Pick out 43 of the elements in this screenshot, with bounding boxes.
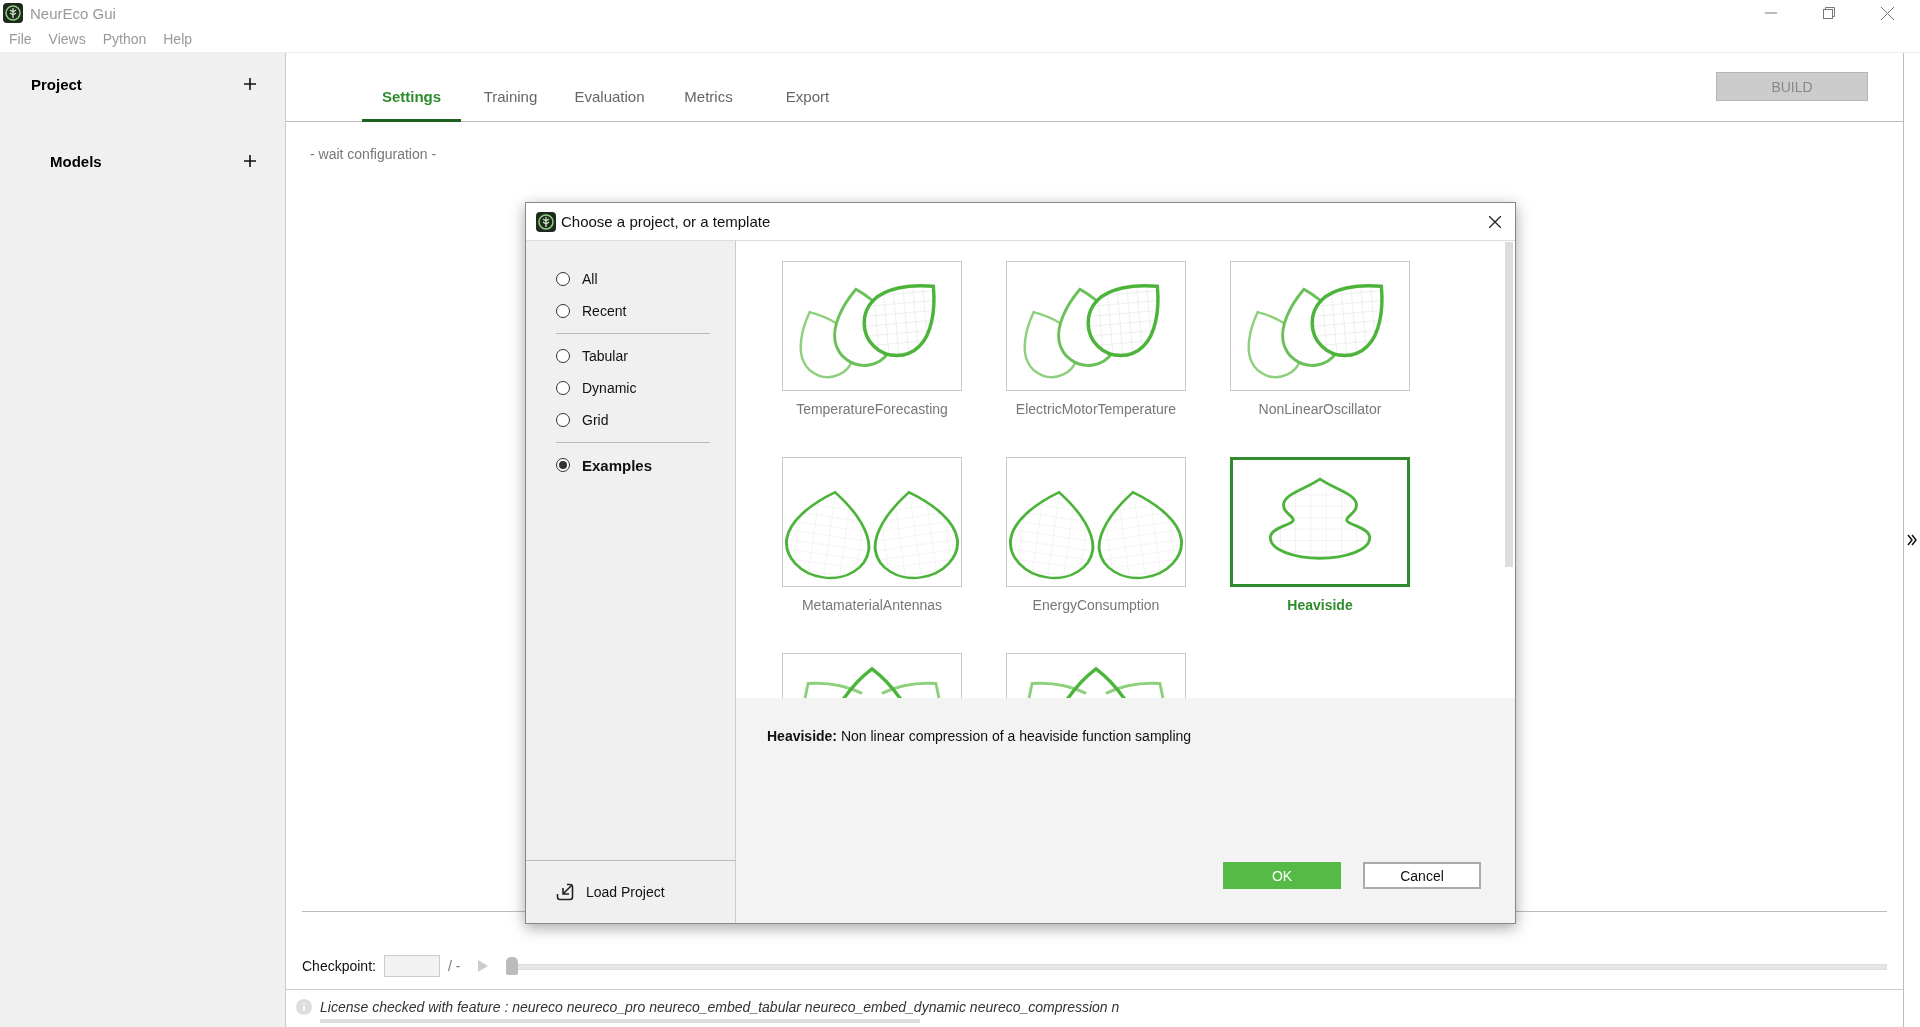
app-logo-icon bbox=[536, 211, 556, 232]
app-logo-icon bbox=[3, 3, 23, 23]
tab[interactable]: Training bbox=[461, 88, 560, 122]
play-icon[interactable] bbox=[478, 959, 489, 972]
tab[interactable]: Settings bbox=[362, 88, 461, 122]
close-icon[interactable] bbox=[1489, 215, 1501, 228]
vertical-scrollbar[interactable] bbox=[1505, 241, 1515, 698]
minimize-icon[interactable] bbox=[1765, 12, 1777, 14]
expand-panel-icon[interactable] bbox=[1907, 534, 1917, 546]
filter-radio[interactable]: Recent bbox=[556, 295, 710, 327]
load-project-button[interactable]: Load Project bbox=[556, 883, 665, 901]
menu-item[interactable]: File bbox=[9, 31, 32, 47]
section-title: Models bbox=[50, 152, 102, 170]
ok-button[interactable]: OK bbox=[1223, 862, 1341, 889]
menu-item[interactable]: Python bbox=[102, 31, 147, 47]
status-message: - wait configuration - bbox=[309, 145, 438, 162]
filter-radio[interactable]: Grid bbox=[556, 404, 710, 436]
checkpoint-label: Checkpoint: bbox=[302, 957, 376, 974]
add-icon[interactable] bbox=[244, 78, 256, 90]
dialog-title: Choose a project, or a template bbox=[561, 213, 771, 230]
window-title: NeurEco Gui bbox=[30, 4, 116, 22]
tab[interactable]: Evaluation bbox=[560, 88, 659, 122]
add-icon[interactable] bbox=[244, 155, 256, 167]
horizontal-scrollbar[interactable] bbox=[320, 1019, 920, 1023]
filter-radio[interactable]: All bbox=[556, 263, 710, 295]
import-icon bbox=[556, 883, 574, 901]
filter-radio[interactable]: Dynamic bbox=[556, 372, 710, 404]
cancel-button[interactable]: Cancel bbox=[1363, 862, 1481, 889]
checkpoint-total: / - bbox=[447, 957, 461, 974]
checkpoint-slider[interactable] bbox=[506, 956, 1887, 975]
slider-thumb[interactable] bbox=[506, 956, 519, 975]
info-icon bbox=[296, 999, 312, 1015]
tab[interactable]: Metrics bbox=[659, 88, 758, 122]
menu-item[interactable]: Help bbox=[163, 31, 193, 47]
filter-radio[interactable]: Tabular bbox=[556, 340, 710, 372]
tab[interactable]: Export bbox=[758, 88, 857, 122]
restore-icon[interactable] bbox=[1823, 7, 1835, 19]
menu-item[interactable]: Views bbox=[48, 31, 86, 47]
section-title: Project bbox=[31, 75, 82, 93]
filter-radio[interactable]: Examples bbox=[556, 449, 710, 481]
template-description: Heaviside: Non linear compression of a heaviside function sampling bbox=[767, 728, 1193, 744]
checkpoint-field[interactable] bbox=[383, 954, 440, 977]
license-message: License checked with feature : neureco neureco_pro neureco_embed_tabular neureco_embed_dynamic neureco_compression n bbox=[320, 999, 1120, 1015]
